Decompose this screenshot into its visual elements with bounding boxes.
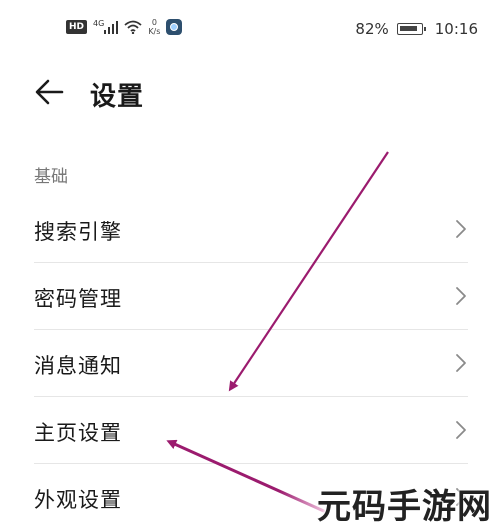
clock: 10:16 (434, 20, 478, 38)
chevron-right-icon (456, 354, 466, 372)
wifi-icon (124, 20, 142, 34)
list-item-search-engine[interactable]: 搜索引擎 (34, 196, 468, 263)
camera-app-icon (166, 19, 183, 35)
speed-unit: K/s (148, 27, 161, 36)
network-speed: 0 K/s (148, 18, 160, 36)
signal-icon: 4G (93, 19, 119, 34)
list-item-label: 搜索引擎 (34, 220, 122, 244)
page-title: 设置 (90, 82, 145, 112)
status-right: 82% 10:16 (355, 20, 478, 38)
hd-icon: HD (66, 20, 88, 34)
watermark: 元码手游网 (317, 487, 492, 527)
chevron-right-icon (456, 220, 466, 238)
list-item-label: 密码管理 (34, 287, 122, 311)
list-item-label: 消息通知 (34, 354, 122, 378)
status-left: HD 4G 0 K/s (66, 18, 183, 36)
battery-charging-icon (396, 23, 426, 35)
chevron-right-icon (456, 421, 466, 439)
network-type: 4G (93, 19, 105, 28)
arrow-left-icon[interactable] (34, 76, 66, 108)
header: 设置 (0, 68, 500, 118)
list-item-password-manager[interactable]: 密码管理 (34, 263, 468, 330)
list-item-homepage-settings[interactable]: 主页设置 (34, 397, 468, 464)
list-item-label: 外观设置 (34, 488, 122, 512)
speed-value: 0 (151, 18, 157, 27)
chevron-right-icon (456, 287, 466, 305)
status-bar: HD 4G 0 K/s 82% 10:16 (0, 0, 500, 60)
battery-percent: 82% (355, 20, 389, 38)
list-item-label: 主页设置 (34, 421, 122, 445)
section-label: 基础 (34, 167, 68, 187)
list-item-notifications[interactable]: 消息通知 (34, 330, 468, 397)
